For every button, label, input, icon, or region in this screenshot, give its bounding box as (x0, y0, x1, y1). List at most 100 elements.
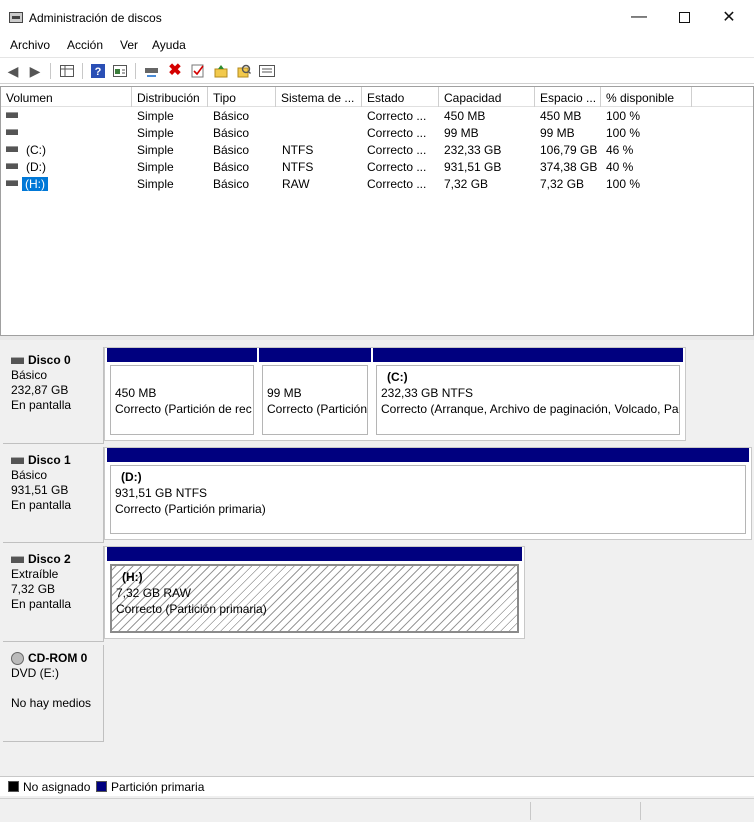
disk-graph-pane[interactable]: Disco 0 Básico 232,87 GB En pantalla 450… (0, 336, 754, 800)
volume-capacity: 7,32 GB (444, 177, 489, 191)
disk-label-cdrom[interactable]: CD-ROM 0 DVD (E:) No hay medios (3, 645, 104, 742)
partition-h-selected[interactable]: (H:) 7,32 GB RAW Correcto (Partición pri… (107, 547, 522, 636)
partition-bar (107, 547, 522, 561)
disk-icon (11, 556, 24, 563)
disk-size (11, 681, 103, 696)
toolbar-separator (82, 63, 83, 79)
volume-fs: NTFS (282, 143, 314, 157)
volume-pct: 46 % (606, 143, 634, 157)
table-row-selected[interactable]: (H:) Simple Básico RAW Correcto ... 7,32… (1, 176, 753, 193)
partition-status: Correcto (Partición primaria) (116, 602, 267, 616)
close-button[interactable]: ✕ (706, 0, 752, 34)
disk-row-0: Disco 0 Básico 232,87 GB En pantalla 450… (0, 344, 754, 444)
table-row[interactable]: (D:) Simple Básico NTFS Correcto ... 931… (1, 159, 753, 176)
col-disponible[interactable]: % disponible (601, 87, 692, 107)
disk-label-0[interactable]: Disco 0 Básico 232,87 GB En pantalla (3, 347, 104, 444)
disk-icon (11, 357, 24, 364)
col-capacidad[interactable]: Capacidad (439, 87, 535, 107)
volume-type: Básico (213, 177, 250, 191)
menu-accion[interactable]: Acción (67, 38, 103, 52)
disk-type: DVD (E:) (11, 666, 59, 680)
disk-name: Disco 0 (28, 353, 71, 367)
volume-status: Correcto ... (367, 160, 427, 174)
drive-icon (6, 163, 18, 169)
table-row[interactable]: (C:) Simple Básico NTFS Correcto ... 232… (1, 142, 753, 159)
volume-capacity: 450 MB (444, 109, 486, 123)
col-volumen[interactable]: Volumen (1, 87, 132, 107)
properties-pane-icon[interactable] (111, 62, 129, 80)
list-header: Volumen Distribución Tipo Sistema de ...… (1, 87, 753, 107)
col-distribucion[interactable]: Distribución (132, 87, 208, 107)
disk-row-cdrom: CD-ROM 0 DVD (E:) No hay medios (0, 642, 754, 742)
partition-body: (H:) 7,32 GB RAW Correcto (Partición pri… (110, 564, 519, 633)
disk-state: En pantalla (11, 398, 72, 412)
partition-efi[interactable]: 99 MB Correcto (Partición (259, 348, 371, 438)
col-estado[interactable]: Estado (362, 87, 439, 107)
toolbar: ◀ ▶ ? ✖ (0, 57, 754, 84)
col-sistema[interactable]: Sistema de ... (276, 87, 362, 107)
forward-arrow-icon[interactable]: ▶ (26, 62, 44, 80)
volume-status: Correcto ... (367, 109, 427, 123)
disk-state: En pantalla (11, 597, 72, 611)
menu-ver[interactable]: Ver (120, 38, 138, 52)
window-title: Administración de discos (29, 11, 162, 25)
list-view-icon[interactable] (258, 62, 276, 80)
minimize-button[interactable]: — (616, 0, 662, 34)
partition-area: (D:) 931,51 GB NTFS Correcto (Partición … (104, 447, 752, 540)
partition-d[interactable]: (D:) 931,51 GB NTFS Correcto (Partición … (107, 448, 749, 537)
toolbar-separator (50, 63, 51, 79)
partition-name: (H:) (122, 570, 143, 584)
delete-icon[interactable]: ✖ (166, 62, 184, 80)
minimize-icon: — (631, 8, 647, 25)
volume-type: Básico (213, 109, 250, 123)
disk-type: Básico (11, 368, 48, 382)
volume-type: Básico (213, 143, 250, 157)
volume-fs: RAW (282, 177, 310, 191)
partition-size: 7,32 GB RAW (116, 586, 191, 600)
legend-label: Partición primaria (111, 780, 205, 794)
partition-name: (D:) (121, 470, 142, 484)
maximize-button[interactable] (661, 0, 707, 34)
volume-status: Correcto ... (367, 143, 427, 157)
check-icon[interactable] (189, 62, 207, 80)
partition-size: 232,33 GB NTFS (381, 386, 474, 400)
volume-list[interactable]: Volumen Distribución Tipo Sistema de ...… (0, 86, 754, 336)
menu-ayuda[interactable]: Ayuda (152, 38, 186, 52)
table-row[interactable]: Simple Básico Correcto ... 450 MB 450 MB… (1, 108, 753, 125)
volume-pct: 100 % (606, 177, 641, 191)
volume-layout: Simple (137, 177, 174, 191)
menu-archivo[interactable]: Archivo (10, 38, 50, 52)
col-tipo[interactable]: Tipo (208, 87, 276, 107)
connect-drive-icon[interactable] (143, 62, 161, 80)
col-espacio[interactable]: Espacio ... (535, 87, 601, 107)
svg-text:?: ? (95, 66, 102, 78)
disk-name: CD-ROM 0 (28, 651, 88, 665)
partition-size: 450 MB (115, 386, 157, 400)
console-tree-icon[interactable] (58, 62, 76, 80)
folder-up-icon[interactable] (212, 62, 230, 80)
partition-bar (373, 348, 683, 362)
disk-name: Disco 2 (28, 552, 71, 566)
volume-capacity: 99 MB (444, 126, 479, 140)
help-icon[interactable]: ? (89, 62, 107, 80)
volume-status: Correcto ... (367, 126, 427, 140)
partition-recovery[interactable]: 450 MB Correcto (Partición de rec (107, 348, 257, 438)
partition-bar (259, 348, 371, 362)
partition-name: (C:) (387, 370, 408, 384)
table-row[interactable]: Simple Básico Correcto ... 99 MB 99 MB 1… (1, 125, 753, 142)
disk-label-2[interactable]: Disco 2 Extraíble 7,32 GB En pantalla (3, 546, 104, 642)
partition-body: (D:) 931,51 GB NTFS Correcto (Partición … (110, 465, 746, 534)
disk-label-1[interactable]: Disco 1 Básico 931,51 GB En pantalla (3, 447, 104, 543)
search-icon[interactable] (235, 62, 253, 80)
back-arrow-icon[interactable]: ◀ (4, 62, 22, 80)
legend: No asignado Partición primaria (0, 776, 754, 796)
partition-c[interactable]: (C:) 232,33 GB NTFS Correcto (Arranque, … (373, 348, 683, 438)
partition-status: Correcto (Partición (267, 402, 368, 416)
status-separator (530, 802, 531, 820)
disk-icon (11, 457, 24, 464)
disk-name: Disco 1 (28, 453, 71, 467)
partition-status: Correcto (Partición de rec (115, 402, 252, 416)
disk-state: No hay medios (11, 696, 92, 710)
status-separator (640, 802, 641, 820)
partition-area: 450 MB Correcto (Partición de rec 99 MB … (104, 347, 686, 441)
